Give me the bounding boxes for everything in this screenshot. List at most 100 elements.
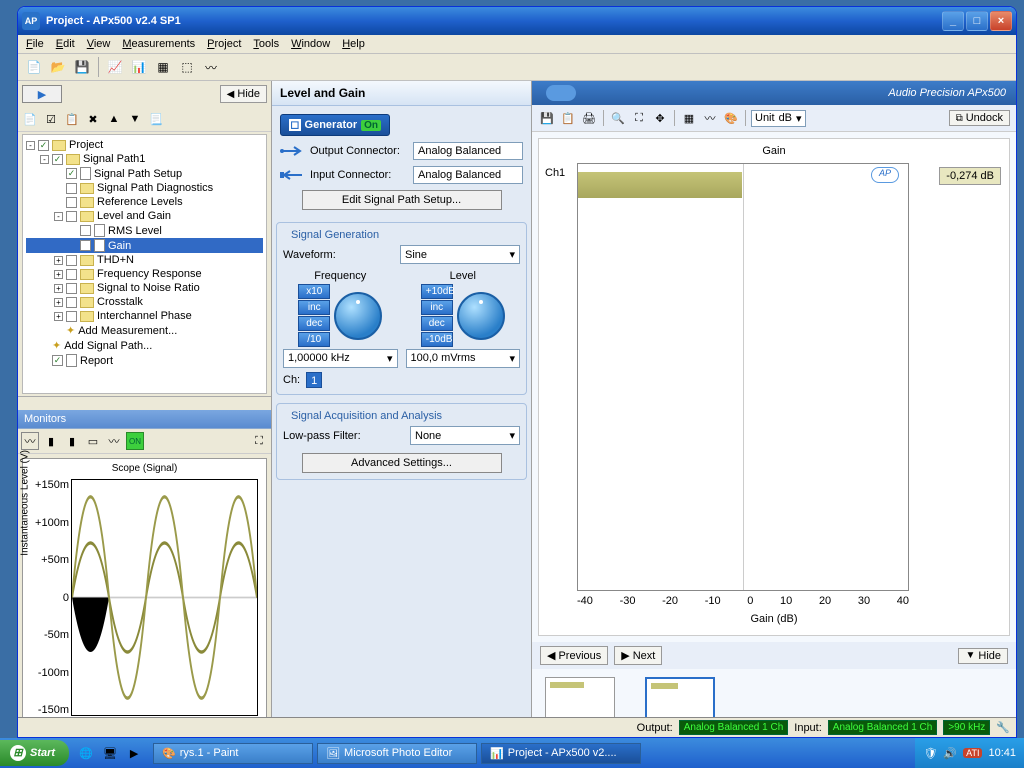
previous-button[interactable]: ◀ Previous xyxy=(540,646,608,665)
ql-media-icon[interactable]: ▶ xyxy=(123,742,145,764)
input-status: Analog Balanced 1 Ch xyxy=(828,720,938,735)
report-icon[interactable]: 📃 xyxy=(147,110,165,128)
down-icon[interactable]: ▼ xyxy=(126,110,144,128)
wave-icon[interactable]: 〰 xyxy=(201,57,221,77)
hide-sequencer-button[interactable]: ◀ Hide xyxy=(220,85,267,103)
project-tree[interactable]: -Project -Signal Path1 Signal Path Setup… xyxy=(22,134,267,394)
output-connector-combo[interactable]: Analog Balanced xyxy=(413,142,523,160)
cursor-icon[interactable]: ✥ xyxy=(651,109,669,127)
menu-file[interactable]: File xyxy=(26,38,44,50)
monitors-header[interactable]: Monitors xyxy=(18,410,271,429)
freq-x10-button[interactable]: x10 xyxy=(298,284,330,299)
advanced-settings-button[interactable]: Advanced Settings... xyxy=(302,453,502,473)
table-icon[interactable]: ▦ xyxy=(153,57,173,77)
monitors-panel: Monitors 〰 ▮ ▮ ▭ 〰 ON ⛶ Scope (Signal) I… xyxy=(18,410,271,738)
fit-icon[interactable]: ⛶ xyxy=(630,109,648,127)
waveform-combo[interactable]: Sine▾ xyxy=(400,245,520,264)
menu-project[interactable]: Project xyxy=(207,38,241,50)
measurement-panel: Level and Gain ◻ Generator On Output Con… xyxy=(272,81,532,738)
lowpass-filter-combo[interactable]: None▾ xyxy=(410,426,520,445)
freq-d10-button[interactable]: /10 xyxy=(298,332,330,347)
menu-tools[interactable]: Tools xyxy=(253,38,279,50)
menu-view[interactable]: View xyxy=(87,38,111,50)
copy-icon[interactable]: 📋 xyxy=(63,110,81,128)
edit-signal-path-button[interactable]: Edit Signal Path Setup... xyxy=(302,190,502,210)
input-connector-combo[interactable]: Analog Balanced xyxy=(413,166,523,184)
freq-inc-button[interactable]: inc xyxy=(298,300,330,315)
sequencer-panel: ▶ ◀ Hide 📄 ☑ 📋 ✖ ▲ ▼ 📃 -Project -Signal … xyxy=(18,81,272,738)
level-knob[interactable] xyxy=(457,292,505,340)
meter2-icon[interactable]: ▮ xyxy=(63,432,81,450)
hide-thumbs-button[interactable]: ▼ Hide xyxy=(958,648,1008,664)
level-m10-button[interactable]: -10dB xyxy=(421,332,453,347)
scope-chart: Scope (Signal) Instantaneous Level (V) +… xyxy=(22,458,267,738)
channel-1-toggle[interactable]: 1 xyxy=(306,372,322,388)
grid-icon[interactable]: ▦ xyxy=(680,109,698,127)
signal-generation-group: Signal Generation Waveform: Sine▾ Freque… xyxy=(276,222,527,395)
system-tray[interactable]: 🛡 🔊 ATI 10:41 xyxy=(915,738,1024,768)
new-icon[interactable]: 📄 xyxy=(24,57,44,77)
start-button[interactable]: ⊞ Start xyxy=(0,740,69,766)
style-icon[interactable]: 〰 xyxy=(701,109,719,127)
expand-icon[interactable]: ⛶ xyxy=(250,432,268,450)
app-window: AP Project - APx500 v2.4 SP1 _ □ × File … xyxy=(17,6,1017,738)
scope-icon[interactable]: 〰 xyxy=(21,432,39,450)
tray-volume-icon[interactable]: 🔊 xyxy=(943,747,957,760)
frequency-input[interactable]: 1,00000 kHz▾ xyxy=(283,349,398,368)
minimize-button[interactable]: _ xyxy=(942,11,964,31)
play-button[interactable]: ▶ xyxy=(22,85,62,103)
new-project-icon[interactable]: 📄 xyxy=(21,110,39,128)
close-button[interactable]: × xyxy=(990,11,1012,31)
open-icon[interactable]: 📂 xyxy=(48,57,68,77)
bar-icon[interactable]: 📊 xyxy=(129,57,149,77)
zoom-icon[interactable]: 🔍 xyxy=(609,109,627,127)
level-input[interactable]: 100,0 mVrms▾ xyxy=(406,349,521,368)
ql-ie-icon[interactable]: 🌐 xyxy=(75,742,97,764)
titlebar[interactable]: AP Project - APx500 v2.4 SP1 _ □ × xyxy=(18,7,1016,35)
color-icon[interactable]: 🎨 xyxy=(722,109,740,127)
task-apx500[interactable]: 📊 Project - APx500 v2.... xyxy=(481,743,641,764)
level-p10-button[interactable]: +10dB xyxy=(421,284,453,299)
generator-button[interactable]: ◻ Generator On xyxy=(280,114,390,136)
bandwidth-status: >90 kHz xyxy=(943,720,990,735)
gain-value: -0,274 dB xyxy=(939,167,1001,185)
main-toolbar: 📄 📂 💾 📈 📊 ▦ ⬚ 〰 xyxy=(18,54,1016,81)
next-button[interactable]: ▶ Next xyxy=(614,646,662,665)
menu-help[interactable]: Help xyxy=(342,38,365,50)
ql-desktop-icon[interactable]: 🖥 xyxy=(99,742,121,764)
unit-selector[interactable]: UnitdB▾ xyxy=(751,110,806,127)
menu-window[interactable]: Window xyxy=(291,38,330,50)
meter3-icon[interactable]: ▭ xyxy=(84,432,102,450)
level-icon[interactable]: ⬚ xyxy=(177,57,197,77)
level-inc-button[interactable]: inc xyxy=(421,300,453,315)
frequency-knob[interactable] xyxy=(334,292,382,340)
maximize-button[interactable]: □ xyxy=(966,11,988,31)
tray-ati-icon[interactable]: ATI xyxy=(963,748,982,758)
ch1-bar xyxy=(578,172,742,198)
save-icon[interactable]: 💾 xyxy=(72,57,92,77)
copy-chart-icon[interactable]: 📋 xyxy=(559,109,577,127)
level-dec-button[interactable]: dec xyxy=(421,316,453,331)
menu-measurements[interactable]: Measurements xyxy=(122,38,195,50)
on-icon[interactable]: ON xyxy=(126,432,144,450)
task-paint[interactable]: 🎨 rys.1 - Paint xyxy=(153,743,313,764)
settings-icon[interactable]: 🔧 xyxy=(996,721,1010,734)
clock[interactable]: 10:41 xyxy=(988,747,1016,759)
result-nav: ◀ Previous ▶ Next ▼ Hide xyxy=(532,642,1016,669)
up-icon[interactable]: ▲ xyxy=(105,110,123,128)
freq-dec-button[interactable]: dec xyxy=(298,316,330,331)
brand-bar: Audio Precision APx500 xyxy=(532,81,1016,105)
meter1-icon[interactable]: ▮ xyxy=(42,432,60,450)
ap-logo-icon xyxy=(546,85,576,101)
undock-button[interactable]: ⧉ Undock xyxy=(949,110,1010,126)
signal-acquisition-group: Signal Acquisition and Analysis Low-pass… xyxy=(276,403,527,480)
chart-icon[interactable]: 📈 xyxy=(105,57,125,77)
tray-shield-icon[interactable]: 🛡 xyxy=(923,747,937,760)
task-photo-editor[interactable]: 🖼 Microsoft Photo Editor xyxy=(317,743,477,764)
save-chart-icon[interactable]: 💾 xyxy=(538,109,556,127)
delete-icon[interactable]: ✖ xyxy=(84,110,102,128)
menu-edit[interactable]: Edit xyxy=(56,38,75,50)
print-chart-icon[interactable]: 🖨 xyxy=(580,109,598,127)
check-icon[interactable]: ☑ xyxy=(42,110,60,128)
meter4-icon[interactable]: 〰 xyxy=(105,432,123,450)
